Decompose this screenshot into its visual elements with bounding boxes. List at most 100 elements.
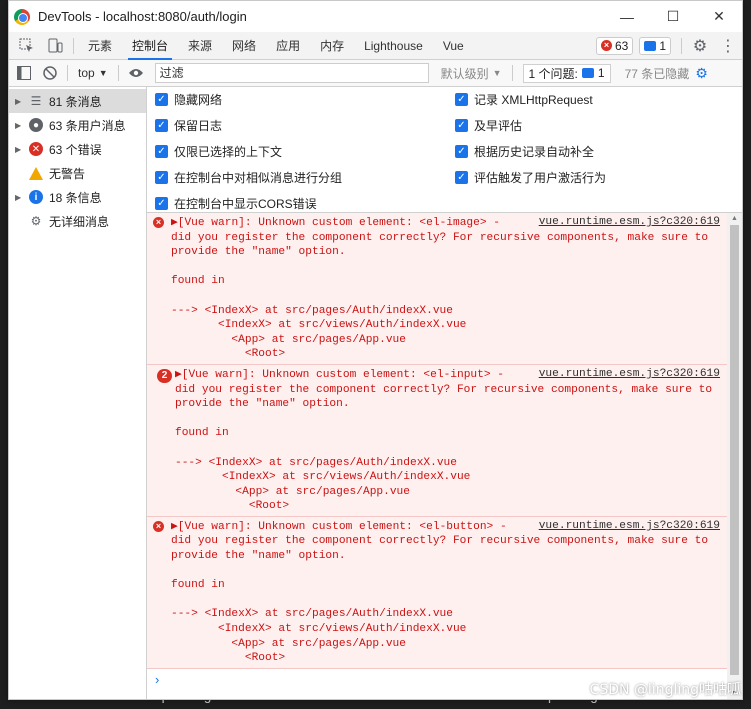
sidebar-item-5[interactable]: ⚙ 无详细消息: [9, 209, 146, 233]
checkbox-checked-icon[interactable]: ✓: [155, 197, 168, 210]
minimize-button[interactable]: —: [604, 1, 650, 32]
error-count: 63: [614, 38, 629, 53]
checkbox-checked-icon[interactable]: ✓: [155, 93, 168, 106]
sidebar-item-label: 81 条消息: [49, 94, 102, 109]
tab-5[interactable]: 内存: [310, 32, 354, 60]
setting-label: 及早评估: [474, 119, 523, 133]
user-icon: ●: [29, 118, 43, 132]
checkbox-checked-icon[interactable]: ✓: [455, 93, 468, 106]
context-select[interactable]: top ▼: [72, 66, 114, 80]
divider: [117, 65, 119, 81]
sidebar-item-label: 无警告: [49, 166, 86, 181]
divider: [73, 37, 74, 54]
setting-left-4[interactable]: ✓ 在控制台中显示CORS错误: [155, 195, 317, 212]
chevron-down-icon: ▼: [98, 68, 108, 78]
setting-left-3[interactable]: ✓ 在控制台中对相似消息进行分组: [155, 169, 342, 186]
setting-right-1[interactable]: ✓ 及早评估: [455, 117, 522, 134]
clear-console-icon[interactable]: [37, 60, 63, 86]
console-error-message[interactable]: 2 vue.runtime.esm.js?c320:619 ▶[Vue warn]:…: [147, 364, 742, 517]
tab-7[interactable]: Vue: [433, 32, 474, 60]
sidebar-item-label: 63 条用户消息: [49, 118, 126, 133]
checkbox-checked-icon[interactable]: ✓: [155, 171, 168, 184]
console-messages: × vue.runtime.esm.js?c320:619 ▶[Vue warn]:…: [147, 213, 742, 699]
sidebar-item-label: 18 条信息: [49, 190, 102, 205]
message-count-badge[interactable]: 1: [639, 36, 671, 55]
source-link[interactable]: vue.runtime.esm.js?c320:619: [539, 520, 720, 532]
console-settings-gear-icon[interactable]: ⚙: [695, 65, 708, 82]
checkbox-checked-icon[interactable]: ✓: [455, 119, 468, 132]
setting-left-0[interactable]: ✓ 隐藏网络: [155, 91, 222, 108]
filter-input[interactable]: [154, 63, 429, 83]
tab-4[interactable]: 应用: [266, 32, 310, 60]
tab-6[interactable]: Lighthouse: [354, 32, 433, 60]
sidebar-item-3[interactable]: 无警告: [9, 161, 146, 185]
chrome-icon: [14, 8, 30, 25]
gear-icon[interactable]: ⚙: [686, 32, 714, 60]
tab-1[interactable]: 控制台: [122, 32, 178, 60]
issues-button[interactable]: 1 个问题: 1: [522, 63, 611, 83]
expand-caret-icon[interactable]: ▶: [15, 97, 27, 106]
sidebar-item-4[interactable]: ▶ i 18 条信息: [9, 185, 146, 209]
device-toolbar-icon[interactable]: [41, 32, 69, 60]
error-count-badge[interactable]: × 63: [595, 36, 634, 55]
expand-caret-icon[interactable]: ▶: [15, 193, 27, 202]
console-sidebar: ▶ ☰ 81 条消息 ▶ ● 63 条用户消息 ▶ ✕ 63 个错误 无警告 ▶ i 18 条信息 ⚙ 无详…: [9, 87, 147, 699]
setting-label: 保留日志: [174, 119, 223, 133]
sidebar-item-0[interactable]: ▶ ☰ 81 条消息: [9, 89, 146, 113]
divider: [681, 37, 682, 54]
scrollbar[interactable]: ▲ ▼: [727, 213, 742, 699]
expand-caret-icon[interactable]: ▶: [15, 121, 27, 130]
scroll-up-icon[interactable]: ▲: [731, 215, 738, 222]
chevron-down-icon: ▼: [492, 68, 502, 78]
tab-0[interactable]: 元素: [78, 32, 122, 60]
setting-label: 隐藏网络: [174, 93, 223, 107]
tab-2[interactable]: 来源: [178, 32, 222, 60]
error-icon: ×: [600, 40, 612, 51]
setting-left-2[interactable]: ✓ 仅限已选择的上下文: [155, 143, 282, 160]
message-text: ▶[Vue warn]: Unknown custom element: <el…: [171, 520, 709, 665]
divider: [511, 65, 513, 81]
message-icon: [644, 40, 657, 51]
log-level-select[interactable]: 默认级别 ▼: [435, 65, 508, 82]
source-link[interactable]: vue.runtime.esm.js?c320:619: [539, 368, 720, 380]
console-error-message[interactable]: × vue.runtime.esm.js?c320:619 ▶[Vue warn]:…: [147, 213, 742, 365]
divider: [67, 65, 68, 81]
setting-label: 仅限已选择的上下文: [174, 145, 283, 159]
more-options-icon[interactable]: ⋮: [714, 32, 742, 60]
sidebar-item-label: 无详细消息: [49, 214, 110, 229]
checkbox-checked-icon[interactable]: ✓: [455, 171, 468, 184]
console-error-message[interactable]: × vue.runtime.esm.js?c320:619 ▶[Vue warn]:…: [147, 516, 742, 669]
sidebar-item-1[interactable]: ▶ ● 63 条用户消息: [9, 113, 146, 137]
error-icon: ✕: [29, 142, 43, 156]
setting-label: 在控制台中对相似消息进行分组: [174, 171, 343, 185]
setting-right-3[interactable]: ✓ 评估触发了用户激活行为: [455, 169, 606, 186]
maximize-button[interactable]: ☐: [650, 1, 696, 32]
setting-right-0[interactable]: ✓ 记录 XMLHttpRequest: [455, 91, 593, 108]
setting-right-2[interactable]: ✓ 根据历史记录自动补全: [455, 143, 594, 160]
context-value: top: [78, 66, 95, 80]
repeat-count-badge: 2: [157, 368, 172, 383]
expand-caret-icon[interactable]: ▶: [15, 145, 27, 154]
setting-label: 在控制台中显示CORS错误: [174, 197, 317, 211]
tab-3[interactable]: 网络: [222, 32, 266, 60]
scrollbar-thumb[interactable]: [730, 225, 739, 675]
panel-tabbar: 元素 控制台 来源 网络 应用 内存 Lighthouse Vue × 63 1 ⚙ ⋮: [9, 32, 742, 60]
eye-icon[interactable]: [123, 60, 149, 86]
checkbox-checked-icon[interactable]: ✓: [155, 145, 168, 158]
close-button[interactable]: ✕: [696, 1, 742, 32]
checkbox-checked-icon[interactable]: ✓: [455, 145, 468, 158]
console-settings-panel: ✓ 隐藏网络 ✓ 保留日志 ✓ 仅限已选择的上下文 ✓ 在控制台中对相似消息进行分组 ✓ 在控制台…: [147, 87, 742, 213]
tabs: 元素 控制台 来源 网络 应用 内存 Lighthouse Vue: [78, 32, 474, 60]
checkbox-checked-icon[interactable]: ✓: [155, 119, 168, 132]
sidebar-item-label: 63 个错误: [49, 142, 102, 157]
toggle-sidebar-icon[interactable]: [11, 60, 37, 86]
inspect-element-icon[interactable]: [13, 32, 41, 60]
log-level-value: 默认级别: [440, 66, 489, 81]
setting-left-1[interactable]: ✓ 保留日志: [155, 117, 222, 134]
source-link[interactable]: vue.runtime.esm.js?c320:619: [539, 216, 720, 228]
info-icon: i: [29, 190, 43, 204]
setting-label: 根据历史记录自动补全: [474, 145, 595, 159]
sidebar-item-2[interactable]: ▶ ✕ 63 个错误: [9, 137, 146, 161]
setting-label: 记录 XMLHttpRequest: [474, 93, 593, 107]
title-bar: DevTools - localhost:8080/auth/login — ☐…: [9, 1, 742, 32]
